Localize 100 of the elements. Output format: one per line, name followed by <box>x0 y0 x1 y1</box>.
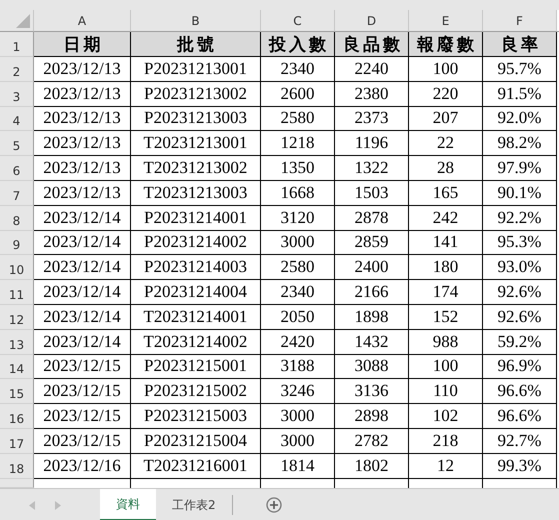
row-header[interactable]: 10 <box>0 255 34 280</box>
column-heading: 良率 <box>483 32 557 57</box>
table-cell: P20231215002 <box>131 379 261 404</box>
table-cell: P20231214003 <box>131 255 261 280</box>
column-heading: 投入數 <box>261 32 335 57</box>
table-cell: 100 <box>409 354 483 380</box>
select-all-icon[interactable] <box>16 14 30 28</box>
row-header[interactable]: 17 <box>0 428 34 454</box>
table-cell: P20231215004 <box>131 428 261 454</box>
column-header[interactable]: A <box>34 10 131 32</box>
table-cell: 2420 <box>261 330 335 355</box>
table-cell: T20231213002 <box>131 156 261 181</box>
row-header[interactable]: 14 <box>0 354 34 380</box>
row-header[interactable]: 3 <box>0 82 34 107</box>
row-header[interactable]: 9 <box>0 230 34 256</box>
table-cell: P20231214002 <box>131 230 261 256</box>
table-cell: 2023/12/13 <box>34 57 131 82</box>
row-header[interactable]: 1 <box>0 32 34 57</box>
table-cell: 2023/12/14 <box>34 206 131 231</box>
table-cell: T20231213003 <box>131 180 261 206</box>
column-header[interactable]: E <box>409 10 483 32</box>
scroll-right-icon[interactable] <box>55 500 61 510</box>
table-cell: 2023/12/13 <box>34 82 131 107</box>
table-cell: 2023/12/14 <box>34 230 131 256</box>
add-sheet-icon[interactable] <box>266 497 282 513</box>
table-cell: T20231216001 <box>131 454 261 479</box>
column-heading: 良品數 <box>335 32 409 57</box>
table-cell: P20231213001 <box>131 57 261 82</box>
table-cell: 2580 <box>261 255 335 280</box>
table-cell: 1503 <box>335 180 409 206</box>
table-cell: 174 <box>409 280 483 305</box>
table-cell: 1350 <box>261 156 335 181</box>
column-header[interactable]: D <box>335 10 409 32</box>
table-cell: 2023/12/13 <box>34 156 131 181</box>
table-cell: P20231215003 <box>131 404 261 429</box>
table-cell: 2023/12/13 <box>34 131 131 156</box>
table-cell: 988 <box>409 330 483 355</box>
table-cell: 1218 <box>261 131 335 156</box>
table-cell: 180 <box>409 255 483 280</box>
table-cell: 2023/12/14 <box>34 330 131 355</box>
table-cell: 1196 <box>335 131 409 156</box>
table-cell: 1668 <box>261 180 335 206</box>
row-header[interactable]: 18 <box>0 454 34 479</box>
table-cell: 165 <box>409 180 483 206</box>
row-header[interactable]: 8 <box>0 206 34 231</box>
column-header[interactable]: B <box>131 10 261 32</box>
row-header[interactable]: 11 <box>0 280 34 305</box>
row-header[interactable]: 6 <box>0 156 34 181</box>
row-header[interactable]: 4 <box>0 106 34 132</box>
table-cell: 2878 <box>335 206 409 231</box>
row-header[interactable]: 2 <box>0 57 34 82</box>
table-cell: 2023/12/13 <box>34 106 131 132</box>
row-header[interactable]: 12 <box>0 304 34 330</box>
table-cell: 2600 <box>261 82 335 107</box>
table-cell: 2050 <box>261 304 335 330</box>
row-header[interactable]: 16 <box>0 404 34 429</box>
sheet-tab[interactable]: 工作表2 <box>156 489 232 520</box>
table-cell: 2340 <box>261 280 335 305</box>
sheet-tab[interactable]: 資料 <box>100 489 156 520</box>
column-header[interactable]: F <box>483 10 557 32</box>
table-cell: P20231213002 <box>131 82 261 107</box>
table-cell: 2782 <box>335 428 409 454</box>
row-header[interactable]: 15 <box>0 379 34 404</box>
table-cell: 2898 <box>335 404 409 429</box>
table-cell: 220 <box>409 82 483 107</box>
column-heading: 批號 <box>131 32 261 57</box>
table-cell: 2023/12/14 <box>34 280 131 305</box>
table-cell: 2166 <box>335 280 409 305</box>
table-cell: 3188 <box>261 354 335 380</box>
table-cell: 207 <box>409 106 483 132</box>
table-cell: 3246 <box>261 379 335 404</box>
table-cell: 3120 <box>261 206 335 231</box>
row-header[interactable]: 5 <box>0 131 34 156</box>
column-header[interactable]: C <box>261 10 335 32</box>
table-cell: 2023/12/15 <box>34 379 131 404</box>
column-heading: 日期 <box>34 32 131 57</box>
table-cell: 2023/12/15 <box>34 428 131 454</box>
table-cell: 1898 <box>335 304 409 330</box>
table-cell: 141 <box>409 230 483 256</box>
scroll-left-icon[interactable] <box>29 500 35 510</box>
table-cell: 1802 <box>335 454 409 479</box>
table-cell: 2023/12/14 <box>34 255 131 280</box>
row-header[interactable]: 13 <box>0 330 34 355</box>
table-cell: 2023/12/13 <box>34 180 131 206</box>
table-cell: 2859 <box>335 230 409 256</box>
row-header[interactable]: 7 <box>0 180 34 206</box>
table-cell: 218 <box>409 428 483 454</box>
table-cell: 242 <box>409 206 483 231</box>
table-cell: 3136 <box>335 379 409 404</box>
table-cell: 22 <box>409 131 483 156</box>
table-cell: T20231214002 <box>131 330 261 355</box>
table-cell: 2373 <box>335 106 409 132</box>
table-cell: 2400 <box>335 255 409 280</box>
table-cell: P20231214001 <box>131 206 261 231</box>
table-cell: P20231214004 <box>131 280 261 305</box>
table-cell: 1814 <box>261 454 335 479</box>
table-cell: 100 <box>409 57 483 82</box>
table-cell: 2023/12/15 <box>34 354 131 380</box>
table-cell: 2340 <box>261 57 335 82</box>
column-heading: 報廢數 <box>409 32 483 57</box>
